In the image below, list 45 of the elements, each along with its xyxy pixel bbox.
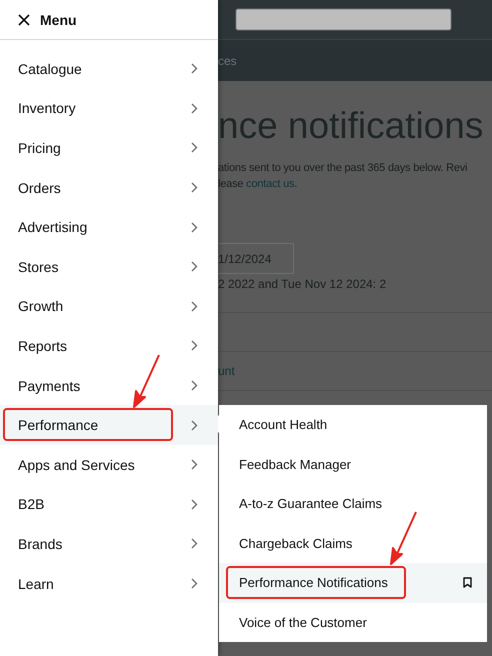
menu-item[interactable]: Inventory (0, 88, 218, 128)
menu-item[interactable]: Pricing (0, 128, 218, 168)
submenu-item[interactable]: Feedback Manager (219, 444, 487, 484)
menu-item[interactable]: Payments (0, 366, 218, 406)
menu-item[interactable]: Advertising (0, 207, 218, 247)
menu-item[interactable]: Stores (0, 246, 218, 287)
menu-title: Menu (40, 12, 77, 28)
submenu-item[interactable]: Voice of the Customer (219, 602, 487, 642)
chevron-icon (191, 182, 198, 194)
annotation-arrow (132, 352, 162, 409)
chevron-icon (191, 142, 198, 154)
intro-text: ations sent to you over the past 365 days below. Revi (218, 161, 468, 176)
submenu-item[interactable]: Chargeback Claims (219, 524, 487, 563)
menu-item[interactable]: Performance (0, 405, 218, 445)
menu-item[interactable]: Orders (0, 168, 218, 208)
close-icon[interactable] (18, 14, 30, 26)
menu-item[interactable]: Apps and Services (0, 444, 218, 485)
submenu-item[interactable]: Account Health (219, 405, 487, 444)
submenu-item[interactable]: Performance Notifications (219, 563, 487, 602)
search-field[interactable] (236, 9, 451, 30)
menu-item[interactable]: Catalogue (0, 49, 218, 89)
page-heading: nce notifications (218, 104, 484, 148)
chevron-icon (191, 420, 198, 431)
chevron-icon (191, 63, 198, 74)
intro-text: lease (218, 178, 244, 190)
bookmark-icon[interactable] (463, 577, 472, 588)
chevron-icon (191, 300, 198, 312)
chevron-icon (191, 261, 198, 272)
menu-item[interactable]: B2B (0, 484, 218, 524)
menu-item[interactable]: Learn (0, 564, 218, 604)
chevron-icon (191, 459, 198, 470)
chevron-icon (191, 102, 198, 114)
menu-item[interactable]: Brands (0, 524, 218, 564)
chevron-icon (191, 498, 198, 510)
menu-item[interactable]: Growth (0, 286, 218, 326)
chevron-icon (191, 340, 198, 352)
chevron-icon (191, 222, 198, 233)
menu-item[interactable]: Reports (0, 326, 218, 366)
chevron-icon (191, 538, 198, 550)
annotation-arrow (389, 510, 419, 566)
chevron-icon (191, 380, 198, 392)
count-text: 2 2022 and Tue Nov 12 2024: 2 (218, 277, 388, 291)
submenu-item[interactable]: A-to-z Guarantee Claims (219, 484, 487, 524)
chevron-icon (191, 578, 198, 590)
intro-text: . (294, 178, 298, 190)
